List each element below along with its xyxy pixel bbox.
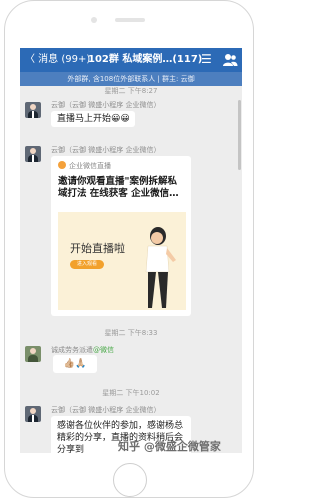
avatar[interactable]: [25, 102, 41, 118]
group-members-icon[interactable]: [222, 52, 238, 68]
avatar[interactable]: [25, 406, 41, 422]
presenter-illustration: [145, 227, 176, 308]
avatar[interactable]: [25, 146, 41, 162]
card-title: 邀请你观看直播"案例拆解私域打法 在线获客 企业微信…: [58, 176, 179, 199]
timestamp: 星期二 下午10:02: [102, 389, 160, 397]
live-icon: [58, 161, 66, 169]
avatar[interactable]: [25, 346, 41, 362]
back-button[interactable]: 〈 消息 (99+): [25, 53, 90, 67]
chat-screen: 〈 消息 (99+) 102群 私域案例…(117) ☰ 外部群, 含108位外…: [20, 48, 242, 453]
nav-bar: 〈 消息 (99+) 102群 私域案例…(117) ☰: [20, 48, 242, 72]
timestamp: 星期二 下午8:33: [104, 329, 158, 337]
earpiece-speaker: [115, 18, 145, 22]
live-invite-card[interactable]: 企业微信直播 邀请你观看直播"案例拆解私域打法 在线获客 企业微信… 开始直播啦…: [51, 156, 191, 316]
home-button[interactable]: [113, 463, 147, 497]
phone-frame: 〈 消息 (99+) 102群 私域案例…(117) ☰ 外部群, 含108位外…: [4, 0, 254, 498]
card-image-headline: 开始直播啦: [70, 242, 125, 255]
message-bubble[interactable]: 👍🏼🙏🏼: [53, 355, 97, 373]
sender-name: 云御（云御 微盛小程序 企业微信）: [51, 406, 161, 414]
sender-name: 诚成劳务派遣@微信: [51, 346, 114, 354]
wechat-tag: @微信: [93, 346, 114, 354]
card-source: 企业微信直播: [58, 161, 111, 171]
sender-name: 云御（云御 微盛小程序 企业微信）: [51, 146, 161, 154]
watermark: 知乎 @微盛企微管家: [118, 440, 221, 453]
message-bubble[interactable]: 直播马上开始😀😀: [51, 111, 135, 127]
front-camera: [91, 17, 97, 23]
chat-title: 102群 私域案例…(117): [88, 54, 203, 65]
sender-name: 云御（云御 微盛小程序 企业微信）: [51, 101, 161, 109]
menu-icon[interactable]: ☰: [201, 52, 212, 66]
scrollbar-thumb[interactable]: [238, 100, 241, 170]
watch-button: 进入观看: [70, 260, 104, 269]
timestamp: 星期二 下午8:27: [104, 87, 158, 95]
card-image: 开始直播啦 进入观看: [58, 212, 186, 310]
group-info-bar[interactable]: 外部群, 含108位外部联系人 | 群主: 云御: [20, 72, 242, 86]
